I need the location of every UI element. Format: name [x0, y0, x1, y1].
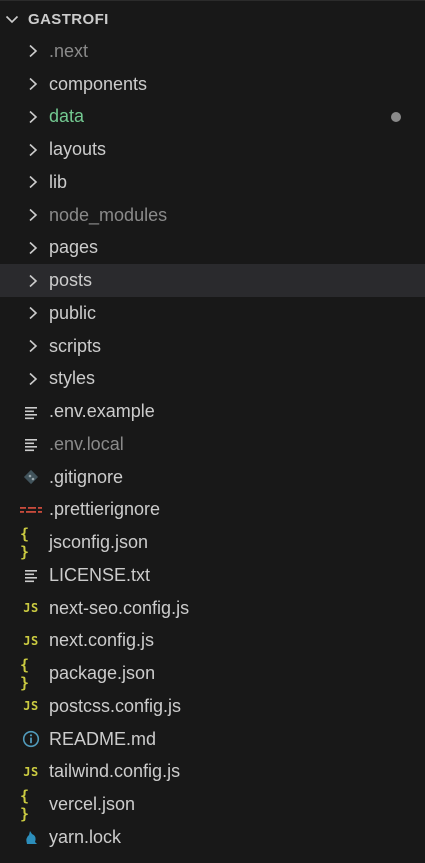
folder-node-modules[interactable]: node_modules — [0, 199, 425, 232]
text-lines-icon — [20, 565, 42, 585]
chevron-right-icon — [26, 142, 40, 158]
file-label: vercel.json — [49, 794, 136, 815]
chevron-right-icon — [26, 109, 40, 125]
file-label: .prettierignore — [49, 499, 161, 520]
chevron-right-icon — [26, 305, 40, 321]
yarn-cat-icon — [20, 827, 42, 847]
folder-label: styles — [49, 368, 96, 389]
git-diamond-icon — [20, 467, 42, 487]
file-next-seo-config-js[interactable]: JS next-seo.config.js — [0, 592, 425, 625]
file-env-local[interactable]: .env.local — [0, 428, 425, 461]
workspace-title: GASTROFI — [28, 10, 109, 28]
file-prettierignore[interactable]: .prettierignore — [0, 494, 425, 527]
folder-label: public — [49, 302, 97, 323]
file-label: jsconfig.json — [49, 532, 149, 553]
folder-label: posts — [49, 270, 93, 291]
folder-styles[interactable]: styles — [0, 363, 425, 396]
chevron-right-icon — [26, 273, 40, 289]
explorer-section-header[interactable]: GASTROFI — [0, 4, 425, 34]
prettier-icon — [20, 500, 42, 520]
file-label: .env.example — [49, 401, 155, 422]
file-label: next-seo.config.js — [49, 597, 190, 618]
file-tree: .next components data layouts lib node_module… — [0, 35, 425, 854]
folder-public[interactable]: public — [0, 297, 425, 330]
file-label: tailwind.config.js — [49, 761, 181, 782]
file-tailwind-config-js[interactable]: JS tailwind.config.js — [0, 756, 425, 789]
file-gitignore[interactable]: .gitignore — [0, 461, 425, 494]
file-label: README.md — [49, 728, 157, 749]
folder-label: pages — [49, 237, 99, 258]
file-label: yarn.lock — [49, 826, 122, 847]
chevron-right-icon — [26, 207, 40, 223]
json-braces-icon: { } — [20, 655, 30, 692]
js-icon: JS — [23, 699, 39, 714]
folder-scripts[interactable]: scripts — [0, 330, 425, 363]
js-icon: JS — [23, 764, 39, 779]
folder-label: layouts — [49, 139, 107, 160]
chevron-down-icon — [4, 11, 20, 27]
folder-components[interactable]: components — [0, 68, 425, 101]
file-jsconfig-json[interactable]: { } jsconfig.json — [0, 524, 425, 561]
modified-dot-icon — [391, 111, 401, 122]
file-env-example[interactable]: .env.example — [0, 395, 425, 428]
file-vercel-json[interactable]: { } vercel.json — [0, 786, 425, 823]
folder-label: data — [49, 106, 85, 127]
folder-label: scripts — [49, 335, 102, 356]
file-label: postcss.config.js — [49, 695, 182, 716]
text-lines-icon — [20, 434, 42, 454]
file-label: LICENSE.txt — [49, 564, 151, 585]
text-lines-icon — [20, 402, 42, 422]
info-circle-icon — [20, 729, 42, 749]
folder-label: .next — [49, 40, 89, 61]
file-postcss-config-js[interactable]: JS postcss.config.js — [0, 690, 425, 723]
chevron-right-icon — [26, 338, 40, 354]
json-braces-icon: { } — [20, 786, 30, 823]
folder-lib[interactable]: lib — [0, 166, 425, 199]
folder-next[interactable]: .next — [0, 35, 425, 68]
file-next-config-js[interactable]: JS next.config.js — [0, 625, 425, 658]
file-explorer: GASTROFI .next components data layouts lib no… — [0, 0, 425, 863]
chevron-right-icon — [26, 240, 40, 256]
folder-data[interactable]: data — [0, 101, 425, 134]
json-braces-icon: { } — [20, 524, 30, 561]
file-license-txt[interactable]: LICENSE.txt — [0, 559, 425, 592]
chevron-right-icon — [26, 43, 40, 59]
file-label: next.config.js — [49, 630, 155, 651]
js-icon: JS — [23, 601, 39, 616]
folder-label: lib — [49, 171, 68, 192]
folder-label: node_modules — [49, 204, 168, 225]
file-label: .gitignore — [49, 466, 124, 487]
file-label: package.json — [49, 663, 156, 684]
file-package-json[interactable]: { } package.json — [0, 655, 425, 692]
folder-posts[interactable]: posts — [0, 264, 425, 297]
folder-label: components — [49, 73, 148, 94]
file-yarn-lock[interactable]: yarn.lock — [0, 821, 425, 854]
file-label: .env.local — [49, 433, 124, 454]
chevron-right-icon — [26, 174, 40, 190]
js-icon: JS — [23, 633, 39, 648]
chevron-right-icon — [26, 371, 40, 387]
folder-pages[interactable]: pages — [0, 232, 425, 265]
file-readme-md[interactable]: README.md — [0, 723, 425, 756]
folder-layouts[interactable]: layouts — [0, 133, 425, 166]
chevron-right-icon — [26, 76, 40, 92]
